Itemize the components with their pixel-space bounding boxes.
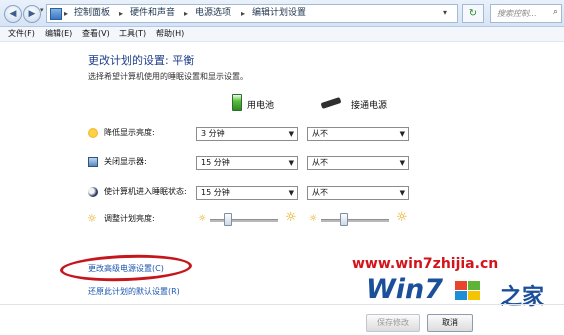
watermark-logo: Win7: [366, 274, 444, 305]
watermark-url: www.win7zhijia.cn: [352, 256, 499, 272]
advanced-power-settings-link[interactable]: 更改高级电源设置(C): [88, 263, 164, 274]
select-value: 15 分钟: [201, 188, 230, 197]
windows-flag-icon: [455, 281, 481, 301]
row-label-dim-display: 降低显示亮度:: [104, 128, 155, 137]
moon-icon: [88, 187, 98, 197]
row-label-sleep: 使计算机进入睡眠状态:: [104, 187, 187, 196]
breadcrumb-separator-icon: ▸: [119, 9, 124, 18]
column-battery-label: 用电池: [247, 101, 275, 111]
sun-icon: ☼: [87, 212, 97, 225]
refresh-icon[interactable]: ↻: [462, 4, 484, 23]
chevron-down-icon: ▼: [399, 189, 405, 197]
breadcrumb-separator-icon: ▸: [241, 9, 246, 18]
chevron-down-icon: ▼: [288, 159, 294, 167]
monitor-icon: [88, 157, 98, 167]
menu-view[interactable]: 查看(V): [82, 27, 110, 41]
address-box[interactable]: ▸ 控制面板 ▸ 硬件和声音 ▸ 电源选项 ▸ 编辑计划设置 ▾: [46, 4, 458, 23]
breadcrumb-item[interactable]: 编辑计划设置: [252, 5, 306, 22]
brightness-plugged-slider-track[interactable]: [321, 219, 389, 222]
select-value: 从不: [312, 188, 328, 197]
plug-icon: [320, 97, 342, 109]
cancel-button[interactable]: 取消: [427, 314, 473, 332]
restore-defaults-link[interactable]: 还原此计划的默认设置(R): [88, 286, 180, 297]
select-value: 3 分钟: [201, 129, 225, 138]
breadcrumb-item[interactable]: 控制面板: [74, 5, 110, 22]
battery-icon: [232, 94, 242, 111]
menu-help[interactable]: 帮助(H): [156, 27, 184, 41]
sun-large-icon: ☼: [285, 210, 297, 225]
address-dropdown-icon[interactable]: ▾: [443, 8, 447, 17]
sun-large-icon: ☼: [396, 210, 408, 225]
bottom-divider: [0, 304, 564, 305]
search-placeholder: 搜索控制...: [497, 9, 537, 18]
chevron-down-icon: ▼: [288, 130, 294, 138]
sun-small-icon: ☼: [309, 214, 318, 224]
sleep-plugged-select[interactable]: 从不 ▼: [307, 186, 409, 200]
control-panel-icon: [50, 8, 62, 20]
dim-display-battery-select[interactable]: 3 分钟 ▼: [196, 127, 298, 141]
breadcrumb-item[interactable]: 电源选项: [195, 5, 231, 22]
brightness-plugged-slider-thumb[interactable]: [339, 213, 348, 226]
save-changes-button[interactable]: 保存修改: [366, 314, 420, 332]
search-icon[interactable]: ⌕: [553, 7, 558, 17]
menu-tools[interactable]: 工具(T): [119, 27, 146, 41]
breadcrumb-separator-icon: ▸: [184, 9, 189, 18]
sleep-battery-select[interactable]: 15 分钟 ▼: [196, 186, 298, 200]
chevron-down-icon: ▼: [399, 159, 405, 167]
forward-icon[interactable]: ▶: [23, 5, 41, 23]
search-input[interactable]: 搜索控制... ⌕: [490, 4, 562, 23]
select-value: 从不: [312, 158, 328, 167]
menu-bar: 文件(F) 编辑(E) 查看(V) 工具(T) 帮助(H): [0, 27, 564, 42]
breadcrumb-item[interactable]: 硬件和声音: [130, 5, 175, 22]
address-bar-area: ◀ ▶ ▾ ▸ 控制面板 ▸ 硬件和声音 ▸ 电源选项 ▸ 编辑计划设置 ▾ ↻…: [0, 0, 564, 27]
menu-file[interactable]: 文件(F): [8, 27, 35, 41]
watermark-suffix: 之家: [500, 285, 545, 310]
select-value: 从不: [312, 129, 328, 138]
page-subtitle: 选择希望计算机使用的睡眠设置和显示设置。: [88, 72, 248, 81]
history-dropdown-icon[interactable]: ▾: [40, 6, 44, 14]
chevron-down-icon: ▼: [288, 189, 294, 197]
sun-small-icon: ☼: [198, 214, 207, 224]
back-icon[interactable]: ◀: [4, 5, 22, 23]
turn-off-display-battery-select[interactable]: 15 分钟 ▼: [196, 156, 298, 170]
column-plugged-label: 接通电源: [351, 101, 388, 111]
brightness-icon: [88, 128, 98, 138]
breadcrumb-separator-icon: ▸: [64, 9, 69, 18]
dim-display-plugged-select[interactable]: 从不 ▼: [307, 127, 409, 141]
row-label-turn-off-display: 关闭显示器:: [104, 157, 147, 166]
turn-off-display-plugged-select[interactable]: 从不 ▼: [307, 156, 409, 170]
brightness-battery-slider-thumb[interactable]: [224, 213, 232, 226]
select-value: 15 分钟: [201, 158, 230, 167]
menu-edit[interactable]: 编辑(E): [45, 27, 72, 41]
row-label-plan-brightness: 调整计划亮度:: [104, 214, 155, 223]
page-title: 更改计划的设置: 平衡: [88, 54, 195, 67]
chevron-down-icon: ▼: [399, 130, 405, 138]
brightness-battery-slider-track[interactable]: [210, 219, 278, 222]
